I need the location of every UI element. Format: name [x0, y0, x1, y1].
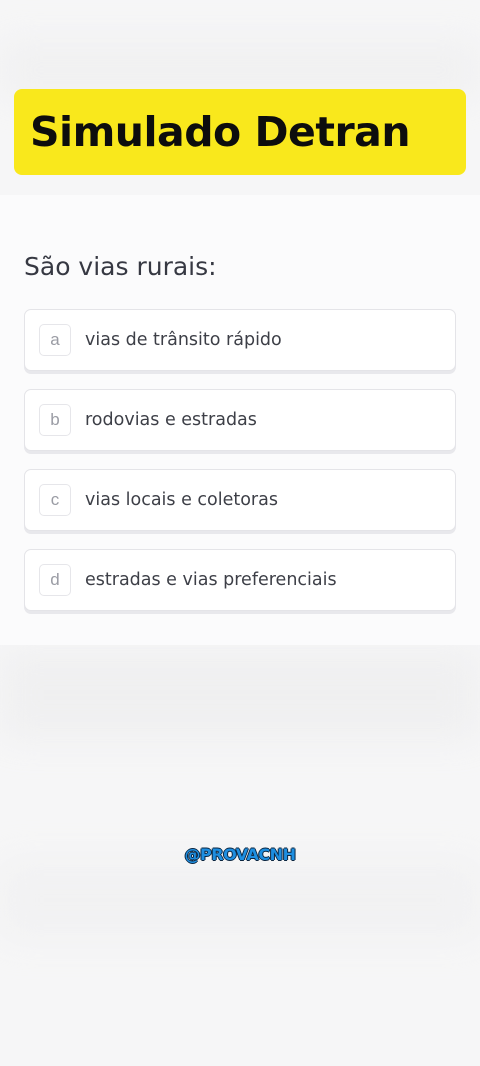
background-blur-bottom — [0, 650, 480, 740]
answer-option-c[interactable]: c vias locais e coletoras — [24, 469, 456, 531]
option-label: rodovias e estradas — [85, 410, 257, 430]
option-letter-badge: c — [39, 484, 71, 516]
option-label: estradas e vias preferenciais — [85, 570, 337, 590]
answer-option-a[interactable]: a vias de trânsito rápido — [24, 309, 456, 371]
option-label: vias locais e coletoras — [85, 490, 278, 510]
answer-option-d[interactable]: d estradas e vias preferenciais — [24, 549, 456, 611]
watermark-handle: @PROVACNH — [184, 845, 296, 864]
option-letter-badge: d — [39, 564, 71, 596]
question-text: São vias rurais: — [24, 252, 217, 281]
option-label: vias de trânsito rápido — [85, 330, 282, 350]
option-letter-badge: a — [39, 324, 71, 356]
answer-option-b[interactable]: b rodovias e estradas — [24, 389, 456, 451]
page-title: Simulado Detran — [30, 108, 411, 156]
background-blur-lower — [0, 860, 480, 940]
option-letter-badge: b — [39, 404, 71, 436]
title-banner: Simulado Detran — [14, 89, 466, 175]
